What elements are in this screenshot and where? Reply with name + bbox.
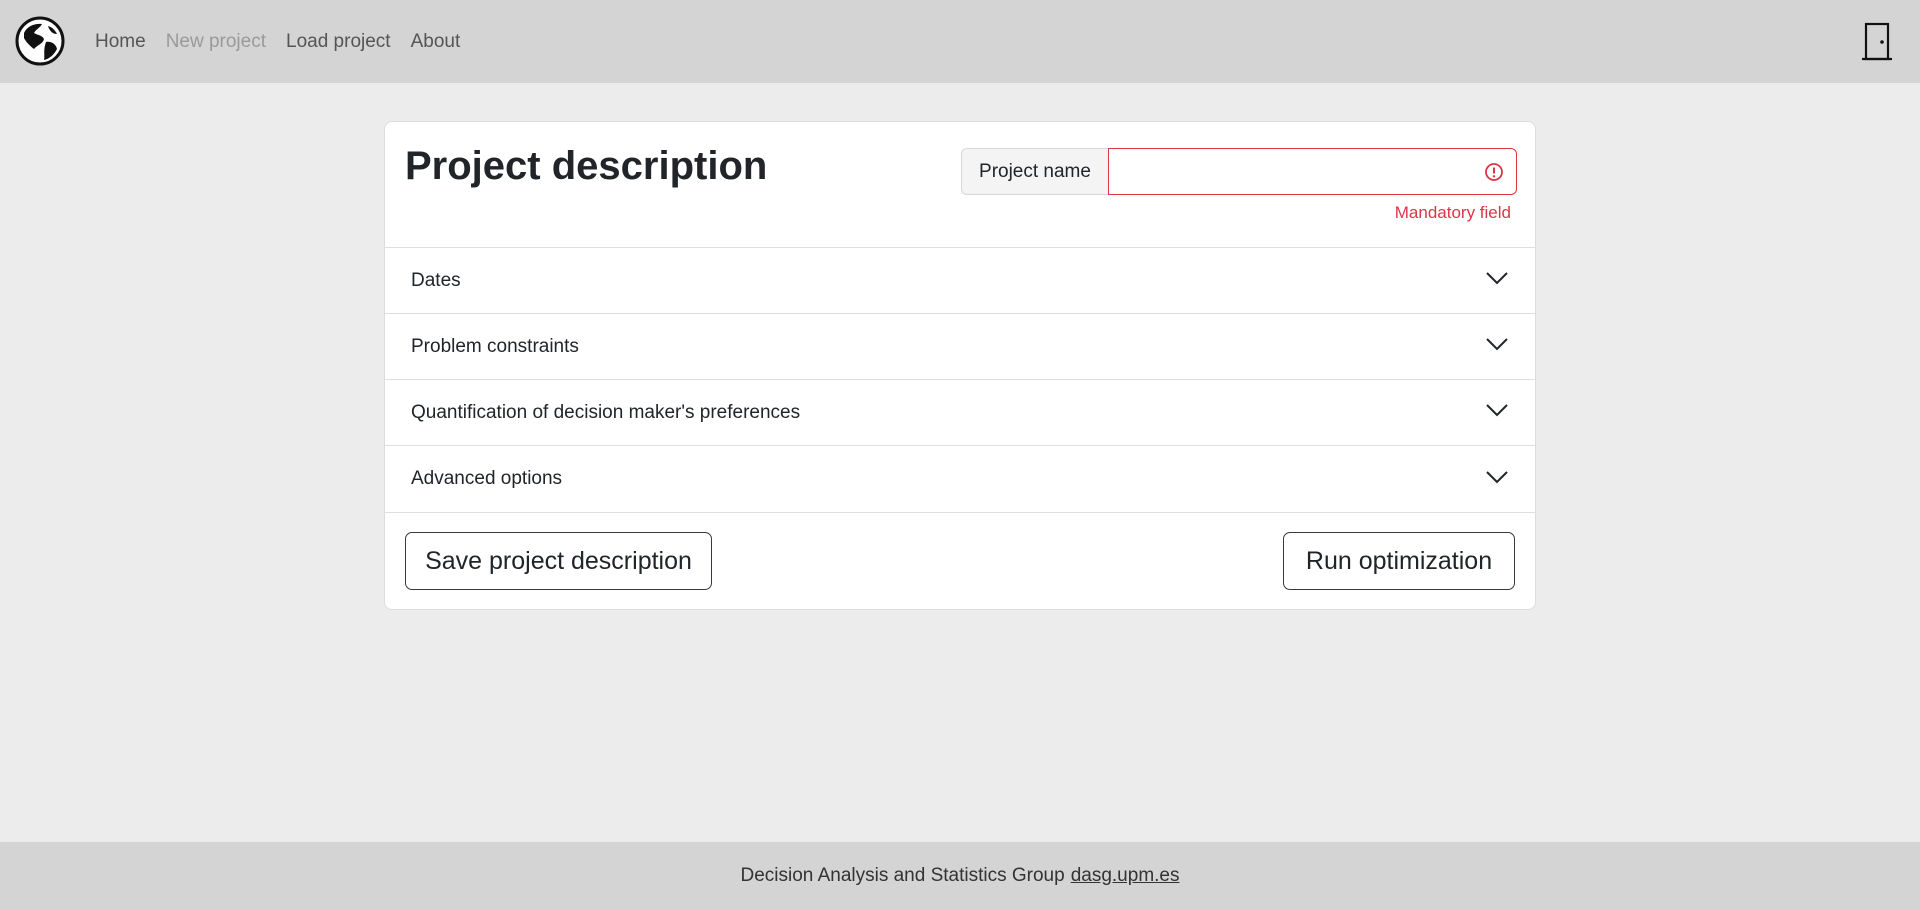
navbar: Home New project Load project About	[0, 0, 1920, 83]
globe-icon[interactable]	[15, 16, 65, 66]
nav-link-new-project: New project	[165, 30, 267, 52]
project-name-group: Project name	[961, 148, 1517, 195]
save-project-button[interactable]: Save project description	[405, 532, 712, 590]
project-description-card: Project description Project name Mandato…	[384, 121, 1536, 610]
run-optimization-button[interactable]: Run optimization	[1283, 532, 1515, 590]
accordion-item-advanced-options[interactable]: Advanced options	[385, 446, 1535, 512]
project-name-field-wrapper	[1108, 148, 1517, 195]
chevron-down-icon	[1485, 337, 1509, 356]
exclamation-circle-icon	[1484, 162, 1504, 182]
accordion: Dates Problem constraints Quantification…	[385, 247, 1535, 513]
accordion-label: Problem constraints	[411, 335, 579, 357]
project-name-feedback: Mandatory field	[1394, 203, 1511, 222]
nav-link-about[interactable]: About	[401, 31, 471, 53]
project-name-input[interactable]	[1109, 149, 1516, 194]
footer-text: Decision Analysis and Statistics Group	[740, 865, 1065, 886]
nav-link-load-project[interactable]: Load project	[276, 31, 401, 53]
accordion-item-problem-constraints[interactable]: Problem constraints	[385, 314, 1535, 380]
chevron-down-icon	[1485, 470, 1509, 489]
page-title: Project description	[405, 144, 768, 188]
project-name-label: Project name	[961, 148, 1108, 195]
accordion-item-preferences[interactable]: Quantification of decision maker's prefe…	[385, 380, 1535, 446]
chevron-down-icon	[1485, 403, 1509, 422]
chevron-down-icon	[1485, 271, 1509, 290]
nav-link-home[interactable]: Home	[95, 31, 156, 53]
accordion-label: Quantification of decision maker's prefe…	[411, 401, 801, 423]
footer-link[interactable]: dasg.upm.es	[1071, 865, 1180, 887]
accordion-item-dates[interactable]: Dates	[385, 248, 1535, 314]
accordion-label: Dates	[411, 269, 461, 291]
footer: Decision Analysis and Statistics Group d…	[0, 842, 1920, 910]
accordion-label: Advanced options	[411, 468, 563, 489]
door-exit-icon[interactable]	[1861, 22, 1893, 62]
nav-links: Home New project Load project About	[95, 0, 470, 83]
